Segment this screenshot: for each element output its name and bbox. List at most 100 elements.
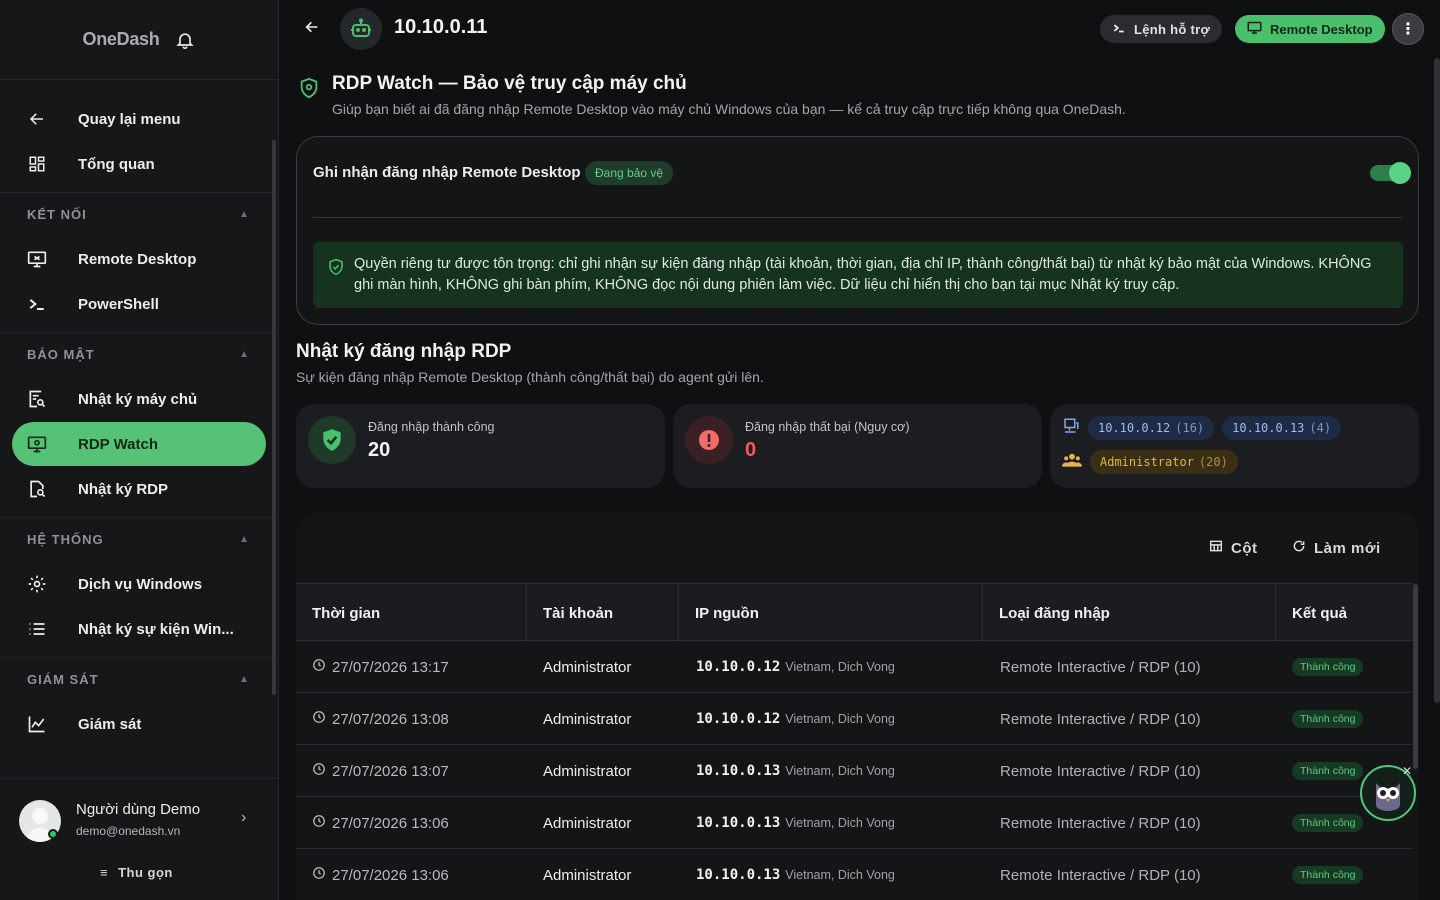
collapse-button[interactable]: ≡ Thu gọn (100, 865, 173, 880)
ip-location: Vietnam, Dich Vong (785, 868, 895, 882)
section-system[interactable]: HỆ THỐNG ▲ (0, 517, 278, 561)
cell-ip: 10.10.0.13 Vietnam, Dich Vong (696, 849, 895, 900)
collapse-label: Thu gọn (118, 865, 173, 880)
cell-result: Thành công (1292, 745, 1364, 797)
clock-icon (312, 710, 326, 728)
cell-ip: 10.10.0.13 Vietnam, Dich Vong (696, 745, 895, 797)
sidebar-item-overview[interactable]: Tổng quan (12, 142, 266, 186)
monitor-icon (1247, 20, 1262, 38)
table-row[interactable]: 27/07/2026 13:17 Administrator 10.10.0.12 V… (296, 641, 1413, 693)
column-header-type[interactable]: Loại đăng nhập (983, 584, 1276, 642)
table-row[interactable]: 27/07/2026 13:08 Administrator 10.10.0.12 V… (296, 693, 1413, 745)
sidebar-item-label: Quay lại menu (78, 110, 181, 128)
stat-label: Đăng nhập thành công (368, 420, 495, 434)
clock-icon (312, 814, 326, 832)
stat-sources-card: 10.10.0.12 (16) 10.10.0.13 (4) Administrat… (1050, 404, 1419, 488)
computer-icon (1062, 417, 1080, 440)
protection-card: Ghi nhận đăng nhập Remote Desktop Đang b… (296, 136, 1419, 325)
ip-chip[interactable]: 10.10.0.12 (16) (1088, 416, 1215, 440)
stat-value: 20 (368, 439, 391, 461)
dashboard-icon (26, 153, 48, 175)
clock-icon (312, 866, 326, 884)
sidebar-item-rdp-watch[interactable]: RDP Watch (12, 422, 266, 466)
ip-value: 10.10.0.12 (696, 659, 781, 675)
sidebar-item-back[interactable]: Quay lại menu (12, 97, 266, 141)
ip-value: 10.10.0.13 (696, 815, 781, 831)
stat-label: Đăng nhập thất bại (Nguy cơ) (745, 420, 910, 434)
ip-chip[interactable]: 10.10.0.13 (4) (1222, 416, 1342, 440)
section-title: HỆ THỐNG (27, 532, 104, 547)
user-panel[interactable]: Người dùng Demo demo@onedash.vn › ≡ Thu … (0, 778, 278, 900)
time-value: 27/07/2026 13:08 (332, 710, 449, 728)
time-value: 27/07/2026 13:06 (332, 866, 449, 884)
column-header-result[interactable]: Kết quả (1276, 584, 1413, 642)
divider (313, 217, 1402, 218)
gear-icon (26, 573, 48, 595)
cell-account: Administrator (543, 814, 632, 832)
shield-check-icon (308, 416, 356, 464)
support-command-button[interactable]: Lệnh hỗ trợ (1100, 15, 1223, 43)
chevron-right-icon[interactable]: › (241, 809, 246, 827)
section-connect[interactable]: KẾT NỐI ▲ (0, 192, 278, 236)
owl-icon (1376, 783, 1400, 811)
remote-desktop-button[interactable]: Remote Desktop (1235, 15, 1385, 43)
result-badge: Thành công (1292, 710, 1364, 728)
table-row[interactable]: 27/07/2026 13:06 Administrator 10.10.0.13 V… (296, 849, 1413, 900)
page-title: RDP Watch — Bảo vệ truy cập máy chủ (332, 73, 687, 94)
remote-desktop-label: Remote Desktop (1270, 21, 1373, 37)
column-header-ip[interactable]: IP nguồn (679, 584, 983, 642)
more-options-button[interactable]: ⋮ (1392, 13, 1424, 45)
sidebar-item-event-log[interactable]: Nhật ký sự kiện Win... (12, 607, 266, 651)
sidebar-item-label: Remote Desktop (78, 250, 197, 268)
shield-check-icon (327, 258, 345, 276)
sidebar-item-label: Nhật ký máy chủ (78, 390, 198, 408)
result-badge: Thành công (1292, 762, 1364, 780)
table-header: Thời gian Tài khoản IP nguồn Loại đăng n… (296, 583, 1413, 642)
table-row[interactable]: 27/07/2026 13:07 Administrator 10.10.0.13 V… (296, 745, 1413, 797)
section-security[interactable]: BẢO MẬT ▲ (0, 332, 278, 376)
ip-chip-row: 10.10.0.12 (16) 10.10.0.13 (4) (1062, 416, 1342, 440)
section-title: GIÁM SÁT (27, 672, 99, 687)
host-title: 10.10.0.11 (394, 16, 488, 38)
ip-chip-value: 10.10.0.13 (1232, 421, 1305, 435)
column-header-account[interactable]: Tài khoản (527, 584, 679, 642)
table-row[interactable]: 27/07/2026 13:06 Administrator 10.10.0.13 V… (296, 797, 1413, 849)
cell-login-type: Remote Interactive / RDP (10) (1000, 814, 1201, 832)
collapse-icon: ≡ (100, 865, 109, 880)
sidebar-item-rdp-log[interactable]: Nhật ký RDP (12, 467, 266, 511)
columns-label: Cột (1231, 539, 1258, 557)
sidebar-item-windows-services[interactable]: Dịch vụ Windows (12, 562, 266, 606)
cell-ip: 10.10.0.12 Vietnam, Dich Vong (696, 641, 895, 693)
close-icon[interactable]: ✕ (1402, 764, 1412, 778)
cell-time: 27/07/2026 13:08 (312, 693, 449, 745)
arrow-left-icon[interactable] (304, 19, 322, 37)
chevron-up-icon: ▲ (239, 674, 250, 685)
ip-value: 10.10.0.13 (696, 867, 781, 883)
chart-line-icon (26, 713, 48, 735)
section-monitor[interactable]: GIÁM SÁT ▲ (0, 657, 278, 701)
cell-login-type: Remote Interactive / RDP (10) (1000, 866, 1201, 884)
stat-success-card: Đăng nhập thành công 20 (296, 404, 665, 488)
ip-location: Vietnam, Dich Vong (785, 660, 895, 674)
sidebar-item-monitor[interactable]: Giám sát (12, 702, 266, 746)
bell-icon[interactable] (175, 30, 195, 50)
sidebar-item-remote-desktop[interactable]: Remote Desktop (12, 237, 266, 281)
time-value: 27/07/2026 13:07 (332, 762, 449, 780)
chevron-up-icon: ▲ (239, 534, 250, 545)
protection-toggle[interactable] (1370, 162, 1411, 184)
table-scrollbar[interactable] (1413, 584, 1418, 769)
status-badge: Đang bảo vệ (585, 161, 674, 185)
sidebar-item-label: Dịch vụ Windows (78, 575, 203, 593)
columns-button[interactable]: Cột (1209, 539, 1258, 557)
account-chip[interactable]: Administrator (20) (1090, 450, 1238, 474)
sidebar-item-server-log[interactable]: Nhật ký máy chủ (12, 377, 266, 421)
refresh-button[interactable]: Làm mới (1292, 539, 1381, 557)
main-scrollbar[interactable] (1434, 58, 1440, 703)
login-table-card: Cột Làm mới Thời gian Tài khoản IP nguồn… (296, 512, 1419, 900)
terminal-icon (26, 293, 48, 315)
sidebar-item-powershell[interactable]: PowerShell (12, 282, 266, 326)
cell-login-type: Remote Interactive / RDP (10) (1000, 762, 1201, 780)
sidebar-scrollbar[interactable] (272, 140, 276, 695)
ip-chip-count: (4) (1309, 421, 1332, 435)
column-header-time[interactable]: Thời gian (296, 584, 527, 642)
